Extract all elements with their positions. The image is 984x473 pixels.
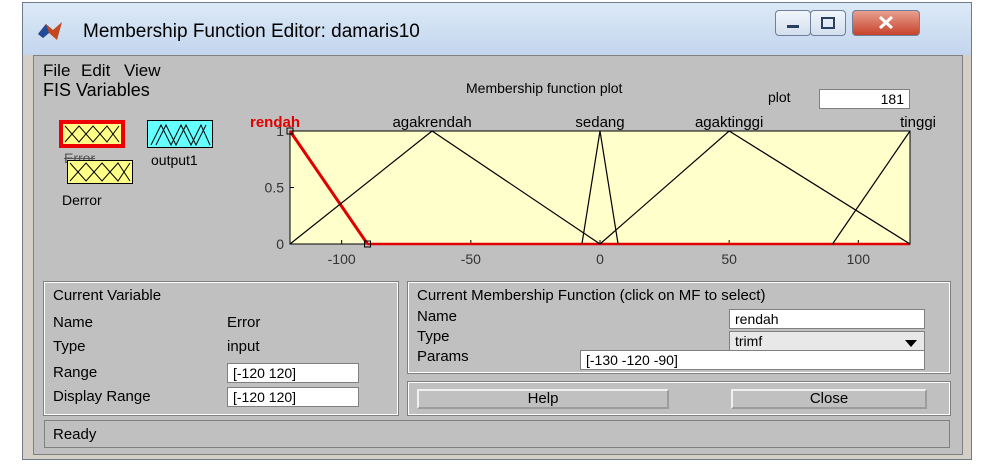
output-var-output1[interactable] (147, 120, 213, 148)
input-var-derror[interactable] (67, 160, 133, 184)
mf-type-dropdown[interactable]: trimf (729, 331, 925, 351)
status-bar: Ready (44, 420, 950, 448)
x-tick-label: -50 (461, 251, 481, 267)
menu-edit[interactable]: Edit (81, 61, 110, 81)
minimize-icon (787, 25, 799, 28)
var-range-label: Range (53, 364, 98, 381)
menu-view[interactable]: View (124, 61, 161, 81)
mf-params-field[interactable]: [-130 -120 -90] (580, 350, 925, 370)
x-tick-label: 50 (721, 251, 737, 267)
window-title: Membership Function Editor: damaris10 (83, 21, 420, 42)
mf-label-rendah[interactable]: rendah (250, 114, 300, 131)
mf-type-label: Type (417, 328, 450, 345)
button-panel: Help Close (407, 381, 951, 416)
var-type-value: input (227, 338, 260, 355)
mf-name-field[interactable]: rendah (729, 309, 925, 329)
plot-title: Membership function plot (466, 80, 623, 96)
display-range-label: Display Range (53, 388, 151, 405)
menu-file[interactable]: File (43, 61, 70, 81)
mf-label-agaktinggi[interactable]: agaktinggi (695, 114, 763, 131)
mf-thumbnail-icon (150, 123, 211, 147)
x-tick-label: -100 (328, 251, 356, 267)
y-tick-label: 0 (276, 236, 284, 252)
fis-variables-heading: FIS Variables (43, 80, 150, 100)
input-var-derror-label: Derror (62, 192, 102, 208)
input-var-error[interactable] (59, 120, 125, 148)
y-tick-label: 0.5 (265, 180, 285, 196)
status-text: Ready (53, 426, 97, 443)
x-tick-label: 0 (596, 251, 604, 267)
mf-label-agakrendah[interactable]: agakrendah (392, 114, 471, 131)
mf-label-sedang[interactable]: sedang (575, 114, 624, 131)
editor-client-area: File Edit View FIS Variables Error outpu… (33, 55, 963, 455)
mf-editor-window: Membership Function Editor: damaris10 Fi… (22, 2, 972, 460)
matlab-icon (38, 22, 62, 40)
current-mf-heading: Current Membership Function (click on MF… (417, 287, 766, 304)
output-var-output1-label: output1 (151, 152, 198, 168)
plot-points-field[interactable]: 181 (819, 89, 910, 109)
minimize-button[interactable] (775, 10, 811, 36)
mf-type-value: trimf (735, 333, 763, 349)
close-icon (878, 15, 894, 30)
var-name-value: Error (227, 314, 261, 331)
help-button[interactable]: Help (417, 389, 669, 409)
display-range-field[interactable]: [-120 120] (227, 387, 359, 407)
var-type-label: Type (53, 338, 86, 355)
var-name-label: Name (53, 314, 94, 331)
close-button[interactable]: Close (731, 389, 927, 409)
maximize-icon (821, 17, 835, 29)
plot-points-label: plot (768, 89, 791, 105)
plot-area[interactable] (289, 130, 911, 245)
mf-label-tinggi[interactable]: tinggi (900, 114, 936, 131)
membership-function-chart[interactable]: -100 -50 0 50 10000.51rendah agakrendah sedang… (234, 111, 954, 271)
close-window-button[interactable] (852, 10, 920, 36)
x-tick-label: 100 (847, 251, 871, 267)
mf-thumbnail-icon (69, 162, 131, 182)
range-field[interactable]: [-120 120] (227, 363, 359, 383)
mf-thumbnail-icon (64, 125, 120, 143)
title-bar[interactable]: Membership Function Editor: damaris10 (23, 3, 971, 55)
mf-name-label: Name (417, 308, 458, 325)
chevron-down-icon (905, 340, 917, 347)
mf-params-label: Params (417, 348, 469, 365)
current-mf-panel: Current Membership Function (click on MF… (407, 281, 951, 374)
current-variable-panel: Current Variable Name Error Type input R… (43, 281, 399, 416)
maximize-button[interactable] (810, 10, 846, 36)
current-variable-heading: Current Variable (53, 287, 162, 304)
